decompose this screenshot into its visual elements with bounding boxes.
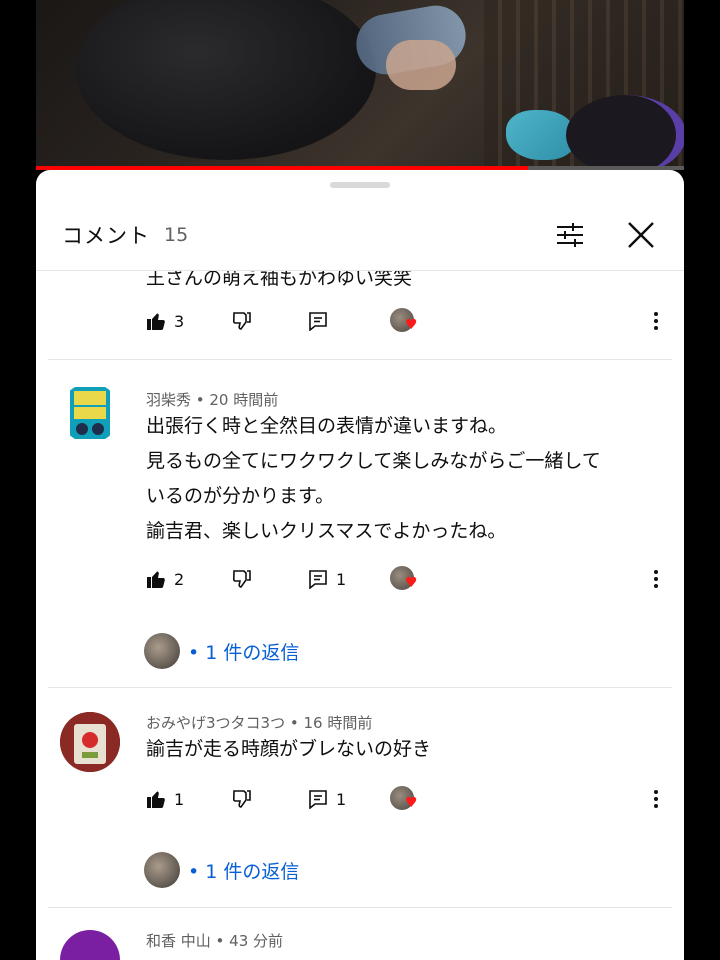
video-frame-figure xyxy=(76,0,376,160)
thumbs-down-icon xyxy=(232,312,251,330)
close-button[interactable] xyxy=(622,216,660,254)
comment-meta: 羽柴秀 • 20 時間前 xyxy=(146,391,279,409)
creator-heart: ♥ xyxy=(390,564,422,594)
view-replies-label: • 1 件の返信 xyxy=(188,641,300,664)
dislike-button[interactable] xyxy=(232,784,252,814)
creator-heart-icon: ♥ xyxy=(405,575,418,591)
comments-title: コメント xyxy=(62,224,150,248)
filter-icon xyxy=(557,223,583,247)
reply-button[interactable]: 1 xyxy=(308,784,346,814)
like-count: 1 xyxy=(174,789,185,809)
comments-count: 15 xyxy=(164,224,189,246)
comment-line: いるのが分かります。 xyxy=(146,485,335,507)
comment-item: おみやげ3つタコ3つ • 16 時間前 諭吉が走る時顔がブレないの好き 1 1 xyxy=(36,696,684,911)
comment-actions: 1 1 ♥ xyxy=(146,784,666,814)
thumbs-up-icon xyxy=(147,313,165,330)
dislike-button[interactable] xyxy=(232,306,252,336)
like-count: 3 xyxy=(174,311,185,331)
comment-line: 諭吉君、楽しいクリスマスでよかったね。 xyxy=(146,520,507,542)
reply-icon xyxy=(309,790,327,809)
drag-handle[interactable] xyxy=(330,182,390,188)
video-player[interactable] xyxy=(36,0,684,170)
view-replies-label: • 1 件の返信 xyxy=(188,860,300,883)
comment-meta: 和香 中山 • 43 分前 xyxy=(146,932,284,950)
reply-count: 1 xyxy=(336,569,347,589)
dislike-button[interactable] xyxy=(232,564,252,594)
comment-actions: 3 ♥ xyxy=(146,306,666,336)
comments-header: コメント 15 xyxy=(36,200,684,270)
comment-line: 見るもの全てにワクワクして楽しみながらご一緒して xyxy=(146,450,601,472)
comment-line: 出張行く時と全然目の表情が違いますね。 xyxy=(146,415,508,437)
creator-heart-icon: ♥ xyxy=(405,317,418,333)
comment-meta: おみやげ3つタコ3つ • 16 時間前 xyxy=(146,714,373,732)
comment-item: 和香 中山 • 43 分前 xyxy=(36,916,684,960)
filter-button[interactable] xyxy=(550,218,590,252)
creator-heart-icon: ♥ xyxy=(405,795,418,811)
comment-line: 王さんの萌え袖もかわゆい笑笑 xyxy=(146,271,413,289)
like-count: 2 xyxy=(174,569,185,589)
avatar-image xyxy=(70,387,110,439)
comments-sheet: コメント 15 王さんの萌え袖もかわゆい笑笑 3 ♥ 羽柴秀 • 20 時間前 … xyxy=(36,170,684,960)
avatar[interactable] xyxy=(60,712,120,772)
comment-actions: 2 1 ♥ xyxy=(146,564,666,594)
reply-avatar xyxy=(144,633,180,669)
comments-list[interactable]: 王さんの萌え袖もかわゆい笑笑 3 ♥ 羽柴秀 • 20 時間前 出張行く時と全然… xyxy=(36,271,684,960)
reply-avatar xyxy=(144,852,180,888)
like-button[interactable]: 2 xyxy=(146,564,184,594)
reply-icon xyxy=(309,570,327,589)
view-replies-link[interactable]: • 1 件の返信 xyxy=(144,850,299,890)
avatar[interactable] xyxy=(60,383,120,443)
avatar-image xyxy=(60,712,120,772)
comment-item: 羽柴秀 • 20 時間前 出張行く時と全然目の表情が違いますね。 見るもの全てに… xyxy=(36,369,684,689)
more-vert-icon xyxy=(654,570,658,588)
comment-item: 王さんの萌え袖もかわゆい笑笑 3 ♥ xyxy=(36,271,684,361)
video-frame-hands xyxy=(386,40,456,90)
comment-text: 王さんの萌え袖もかわゆい笑笑 xyxy=(146,271,666,296)
reply-count: 1 xyxy=(336,789,347,809)
comment-line: 諭吉が走る時顔がブレないの好き xyxy=(146,738,432,760)
video-frame-dog xyxy=(566,95,684,170)
more-button[interactable] xyxy=(646,564,666,594)
comment-divider xyxy=(48,359,672,360)
more-button[interactable] xyxy=(646,306,666,336)
reply-button[interactable] xyxy=(308,306,328,336)
avatar[interactable] xyxy=(60,930,120,960)
thumbs-down-icon xyxy=(232,790,251,808)
thumbs-up-icon xyxy=(147,791,165,808)
more-vert-icon xyxy=(654,312,658,330)
reply-button[interactable]: 1 xyxy=(308,564,346,594)
close-icon xyxy=(628,222,654,248)
comment-divider xyxy=(48,907,672,908)
thumbs-up-icon xyxy=(147,571,165,588)
view-replies-link[interactable]: • 1 件の返信 xyxy=(144,631,299,671)
thumbs-down-icon xyxy=(232,570,251,588)
like-button[interactable]: 3 xyxy=(146,306,184,336)
comment-text: 出張行く時と全然目の表情が違いますね。 見るもの全てにワクワクして楽しみながらご… xyxy=(146,409,666,549)
comment-text: 諭吉が走る時顔がブレないの好き xyxy=(146,732,666,767)
creator-heart: ♥ xyxy=(390,784,422,814)
reply-icon xyxy=(309,312,327,331)
like-button[interactable]: 1 xyxy=(146,784,184,814)
more-vert-icon xyxy=(654,790,658,808)
more-button[interactable] xyxy=(646,784,666,814)
comment-divider xyxy=(48,687,672,688)
creator-heart: ♥ xyxy=(390,306,422,336)
